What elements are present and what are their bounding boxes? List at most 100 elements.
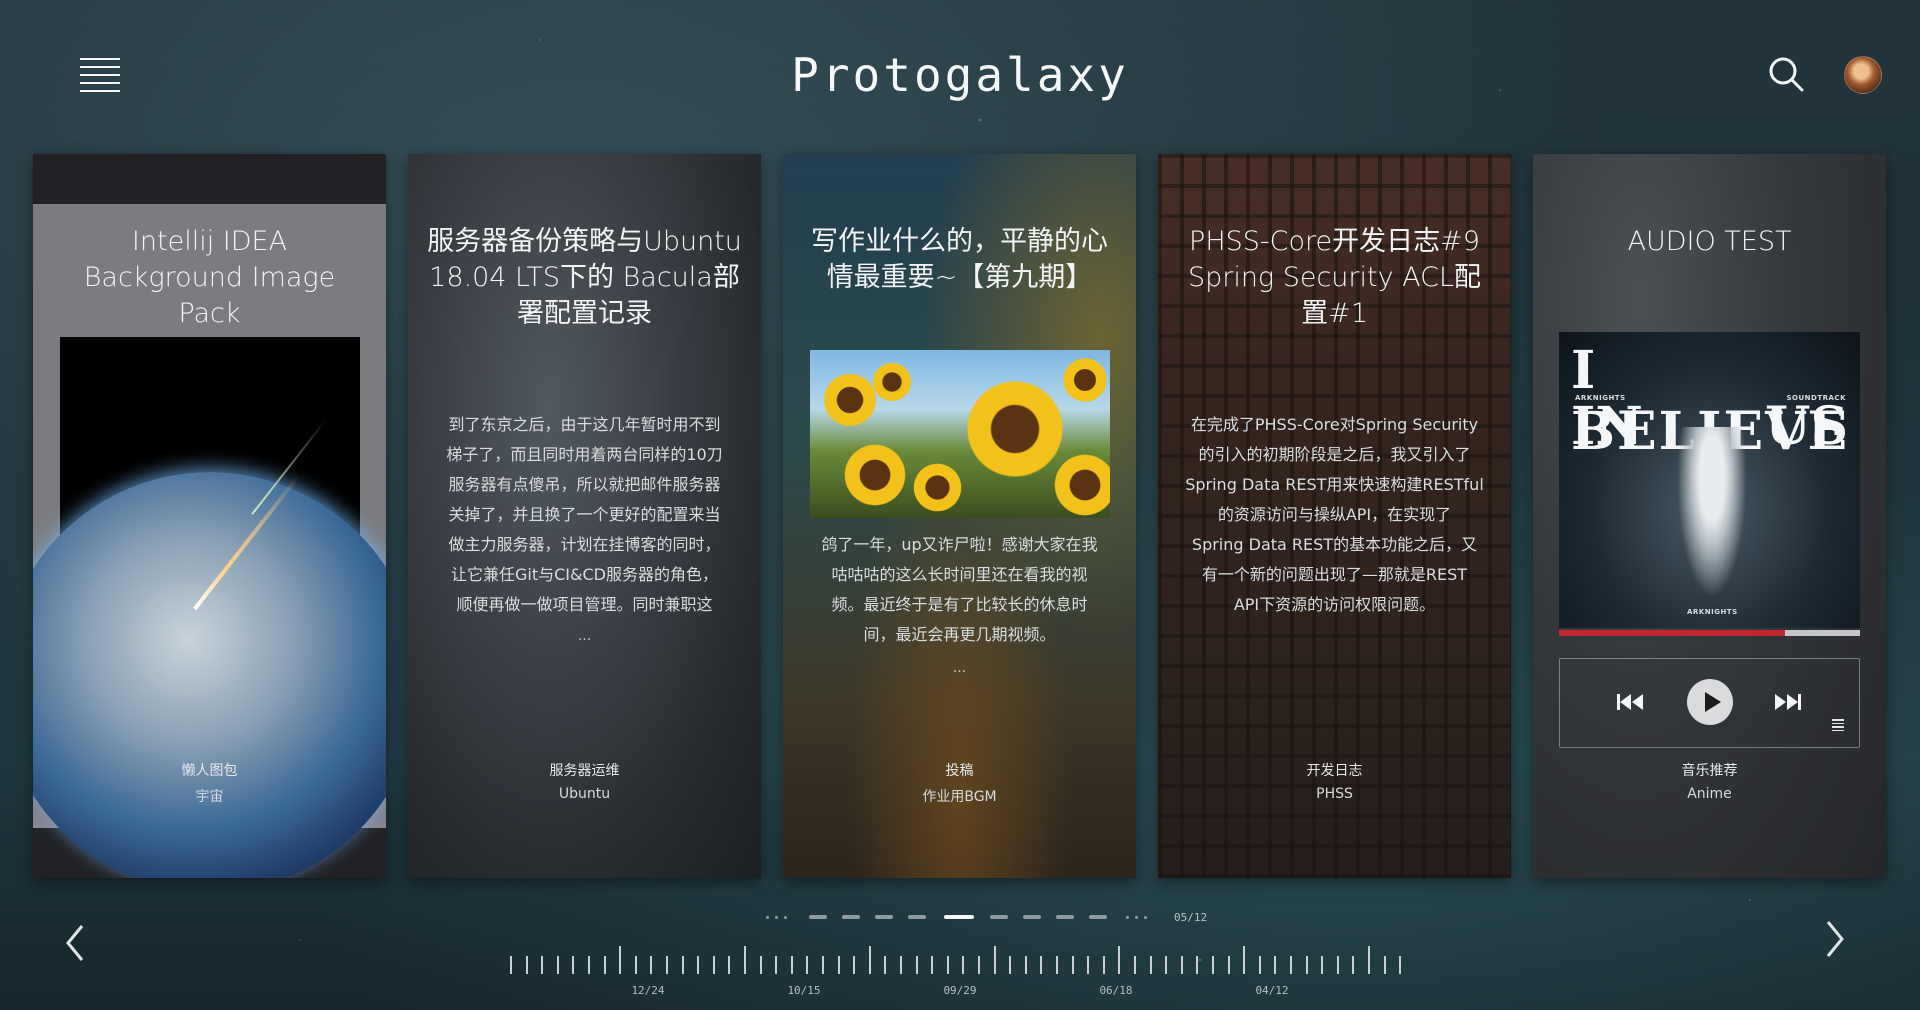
post-category[interactable]: 投稿 — [783, 760, 1136, 780]
post-category[interactable]: 开发日志 — [1158, 760, 1511, 780]
timeline-tick — [1149, 956, 1152, 974]
timeline-tick — [1243, 946, 1246, 974]
site-title[interactable]: Protogalaxy — [0, 48, 1920, 102]
timeline-tick — [728, 956, 731, 974]
timeline-tick — [603, 956, 606, 974]
page-dot[interactable] — [1089, 915, 1107, 919]
post-title[interactable]: 服务器备份策略与Ubuntu 18.04 LTS下的 Bacula部署配置记录 — [426, 224, 743, 332]
timeline-tick — [510, 956, 512, 974]
post-tag[interactable]: Anime — [1533, 786, 1886, 802]
date-timeline[interactable] — [510, 944, 1410, 974]
post-tag[interactable]: 作业用BGM — [783, 786, 1136, 806]
audio-player — [1559, 658, 1860, 748]
timeline-tick — [650, 956, 653, 974]
avatar[interactable] — [1844, 56, 1882, 94]
timeline-tick — [619, 946, 622, 974]
timeline-tick — [1009, 956, 1012, 974]
page-dot[interactable] — [875, 915, 893, 919]
timeline-tick — [1336, 956, 1339, 974]
post-title[interactable]: PHSS-Core开发日志#9 Spring Security ACL配置#1 — [1176, 224, 1493, 332]
timeline-tick — [1102, 956, 1105, 974]
timeline-tick — [962, 956, 965, 974]
page-dot[interactable] — [990, 915, 1008, 919]
post-card[interactable]: AUDIO TEST I BELIEVE IN US ARKNIGHTS SOU… — [1533, 154, 1886, 878]
post-title[interactable]: AUDIO TEST — [1551, 224, 1868, 260]
page-dot[interactable] — [908, 915, 926, 919]
timeline-tick — [681, 956, 684, 974]
post-card[interactable]: 写作业什么的，平静的心情最重要~【第九期】 鸽了一年，up又诈尸啦！感谢大家在我… — [783, 154, 1136, 878]
timeline-tick — [790, 956, 793, 974]
timeline-tick — [1180, 956, 1183, 974]
timeline-tick — [1212, 956, 1214, 974]
post-more[interactable]: ... — [408, 628, 761, 644]
timeline-tick — [1352, 956, 1355, 974]
play-icon[interactable] — [1687, 679, 1733, 725]
timeline-tick — [1274, 956, 1277, 974]
post-carousel: Intellij IDEA Background Image Pack 懒人图包… — [33, 154, 1889, 878]
search-icon[interactable] — [1766, 54, 1806, 94]
page-dot[interactable] — [809, 915, 827, 919]
post-card[interactable]: PHSS-Core开发日志#9 Spring Security ACL配置#1 … — [1158, 154, 1511, 878]
timeline-tick — [775, 956, 778, 974]
timeline-tick — [1118, 946, 1121, 974]
timeline-tick — [588, 956, 590, 974]
audio-progress-bar[interactable] — [1559, 630, 1860, 636]
post-tag[interactable]: PHSS — [1158, 786, 1511, 802]
post-card[interactable]: Intellij IDEA Background Image Pack 懒人图包… — [33, 154, 386, 878]
timeline-label: 09/29 — [943, 984, 977, 997]
playlist-icon[interactable] — [1832, 719, 1844, 733]
timeline-tick — [712, 956, 715, 974]
timeline-tick — [759, 956, 762, 974]
timeline-tick — [1305, 956, 1308, 974]
timeline-label: 06/18 — [1099, 984, 1133, 997]
timeline-tick — [1165, 956, 1168, 974]
timeline-tick — [697, 956, 700, 974]
timeline-label: 10/15 — [787, 984, 821, 997]
post-card[interactable]: 服务器备份策略与Ubuntu 18.04 LTS下的 Bacula部署配置记录 … — [408, 154, 761, 878]
timeline-tick — [525, 956, 528, 974]
page-dot[interactable] — [1056, 915, 1074, 919]
post-category[interactable]: 音乐推荐 — [1533, 760, 1886, 780]
timeline-tick — [837, 956, 840, 974]
post-excerpt: 到了东京之后，由于这几年暂时用不到 梯子了，而且同时用着两台同样的10刀 服务器… — [446, 415, 723, 614]
post-title[interactable]: 写作业什么的，平静的心情最重要~【第九期】 — [801, 224, 1118, 296]
timeline-tick — [946, 956, 949, 974]
prev-arrow-icon[interactable] — [56, 918, 96, 968]
timeline-tick — [915, 956, 918, 974]
skip-forward-icon[interactable] — [1772, 692, 1802, 716]
post-tag[interactable]: Ubuntu — [408, 786, 761, 802]
timeline-tick — [572, 956, 575, 974]
next-arrow-icon[interactable] — [1814, 914, 1854, 964]
post-category[interactable]: 服务器运维 — [408, 760, 761, 780]
post-thumbnail — [33, 337, 386, 878]
timeline-tick — [556, 956, 559, 974]
post-category[interactable]: 懒人图包 — [33, 760, 386, 780]
page-dot[interactable] — [1023, 915, 1041, 919]
timeline-tick — [931, 956, 934, 974]
timeline-tick — [1258, 956, 1261, 974]
skip-back-icon[interactable] — [1616, 692, 1646, 716]
timeline-tick — [1071, 956, 1074, 974]
timeline-tick — [1196, 956, 1199, 974]
timeline-tick — [1321, 956, 1324, 974]
page-dot[interactable] — [842, 915, 860, 919]
timeline-tick — [853, 956, 856, 974]
post-tag[interactable]: 宇宙 — [33, 786, 386, 806]
post-title[interactable]: Intellij IDEA Background Image Pack — [51, 224, 368, 332]
timeline-tick — [634, 956, 637, 974]
timeline-tick — [744, 946, 746, 974]
timeline-tick — [1227, 956, 1230, 974]
timeline-tick — [978, 956, 980, 974]
album-cover: I BELIEVE IN US ARKNIGHTS SOUNDTRACK ARK… — [1559, 332, 1860, 628]
timeline-tick — [806, 956, 809, 974]
timeline-tick — [1024, 956, 1027, 974]
timeline-tick — [900, 956, 902, 974]
timeline-tick — [541, 956, 544, 974]
timeline-tick — [666, 956, 668, 974]
timeline-tick — [1056, 956, 1058, 974]
timeline-tick — [1040, 956, 1043, 974]
post-more[interactable]: ... — [783, 660, 1136, 676]
timeline-tick — [884, 956, 887, 974]
page-dot-active[interactable] — [944, 915, 974, 919]
timeline-tick — [1383, 956, 1386, 974]
